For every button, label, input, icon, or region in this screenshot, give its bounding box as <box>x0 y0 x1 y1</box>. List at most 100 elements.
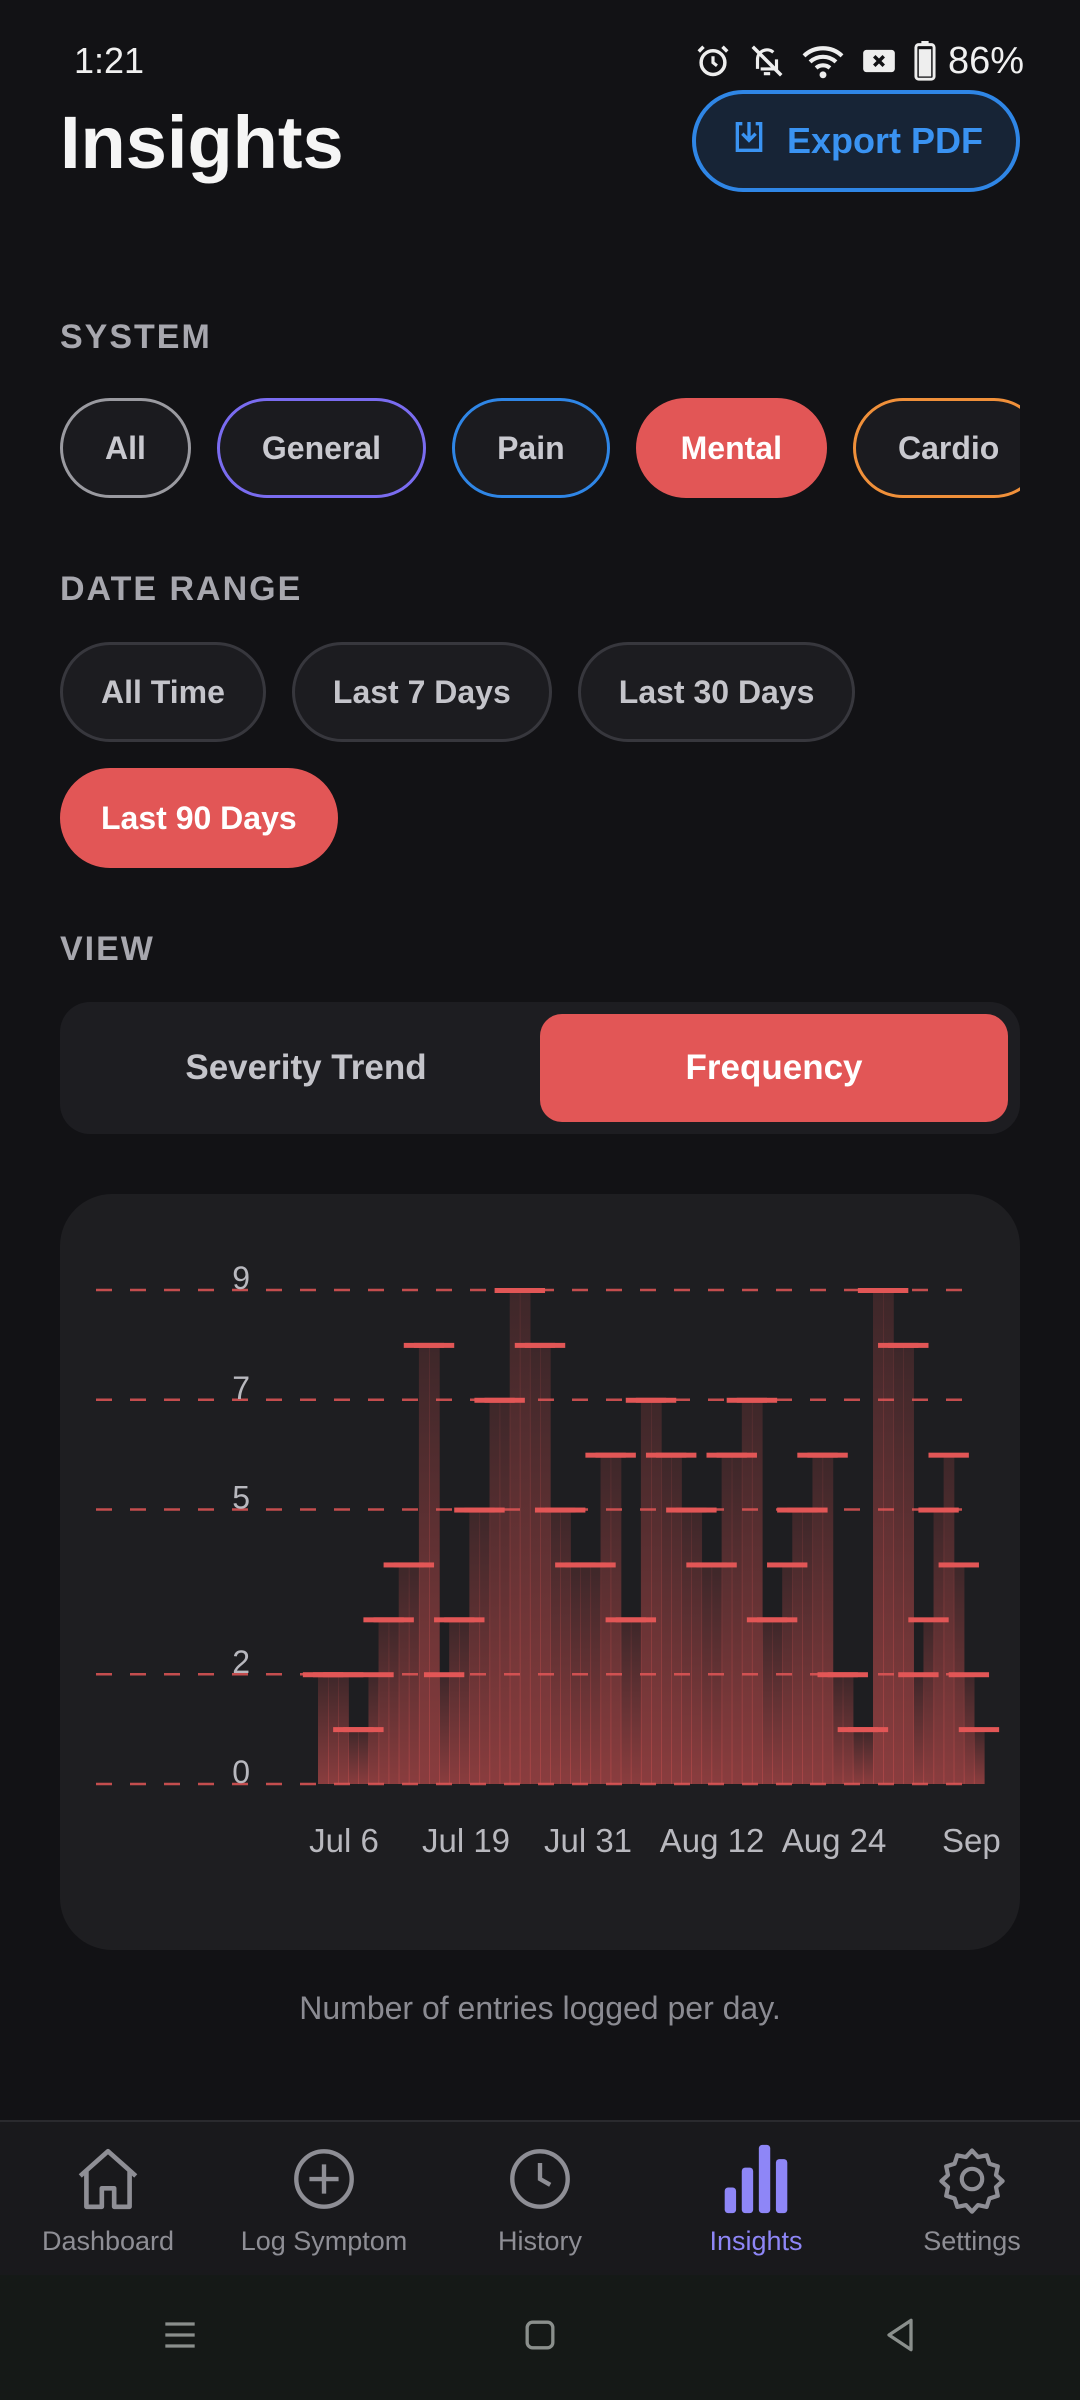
frequency-bar <box>630 1619 642 1784</box>
system-chip-all[interactable]: All <box>60 398 191 498</box>
frequency-bar-cap <box>807 1452 848 1458</box>
frequency-bar <box>873 1290 884 1784</box>
frequency-bar <box>529 1344 541 1784</box>
frequency-bar <box>913 1674 925 1784</box>
frequency-bar <box>358 1729 370 1784</box>
nav-item-history[interactable]: History <box>432 2122 648 2277</box>
download-icon <box>729 117 769 166</box>
x-tick-label: Aug 12 <box>660 1822 765 1859</box>
frequency-bar <box>429 1344 440 1784</box>
date-range-section-label: DATE RANGE <box>60 570 303 608</box>
nav-item-settings[interactable]: Settings <box>864 2122 1080 2277</box>
y-tick-label: 0 <box>232 1754 250 1790</box>
system-chip-row: All General Pain Mental Cardio <box>60 398 1020 498</box>
alarm-icon <box>694 42 732 80</box>
frequency-bar <box>318 1674 329 1784</box>
frequency-bar <box>933 1509 945 1784</box>
frequency-bar <box>893 1344 904 1784</box>
frequency-bar <box>509 1290 521 1784</box>
frequency-bar <box>721 1454 733 1784</box>
frequency-bar <box>782 1564 793 1784</box>
frequency-bar-cap <box>928 1452 969 1458</box>
frequency-bar-cap <box>595 1452 636 1458</box>
date-range-chip-all-time[interactable]: All Time <box>60 642 266 742</box>
frequency-bar-cap <box>938 1562 979 1568</box>
frequency-bar-cap <box>413 1342 455 1348</box>
date-range-row: Last 90 Days <box>60 768 338 868</box>
frequency-bar <box>348 1729 359 1784</box>
nav-item-label: Log Symptom <box>240 2226 408 2256</box>
y-tick-label: 7 <box>232 1370 250 1406</box>
x-tick-label: Jul 19 <box>422 1822 510 1859</box>
frequency-bar <box>590 1564 602 1784</box>
frequency-bar-cap <box>867 1288 909 1293</box>
frequency-bar <box>499 1399 511 1784</box>
bar-chart-icon <box>721 2142 791 2216</box>
frequency-bar-cap <box>948 1672 990 1678</box>
frequency-bar-cap <box>888 1342 929 1348</box>
frequency-bar <box>439 1674 450 1784</box>
frequency-bar <box>661 1454 672 1784</box>
mute-icon <box>748 42 786 80</box>
frequency-bar <box>762 1619 773 1784</box>
frequency-bar <box>580 1564 592 1784</box>
frequency-bar-cap <box>736 1397 778 1403</box>
frequency-bar <box>540 1344 551 1784</box>
date-range-chip-last-30-days[interactable]: Last 30 Days <box>577 642 856 742</box>
x-tick-label: Jul 31 <box>544 1822 632 1859</box>
frequency-bar <box>852 1729 864 1784</box>
frequency-bar <box>741 1399 753 1784</box>
nav-item-label: Dashboard <box>41 2226 175 2256</box>
frequency-bar-cap <box>656 1452 697 1458</box>
frequency-bar <box>802 1509 814 1784</box>
system-section-label: SYSTEM <box>60 318 212 356</box>
export-pdf-label: Export PDF <box>786 120 983 161</box>
frequency-bar <box>751 1399 763 1784</box>
frequency-bar-cap <box>676 1507 717 1513</box>
x-tick-label: Jul 6 <box>309 1822 379 1859</box>
frequency-bar <box>923 1619 935 1784</box>
frequency-bar <box>792 1509 803 1784</box>
nav-item-insights[interactable]: Insights <box>648 2122 864 2277</box>
date-range-row: All Time Last 7 Days Last 30 Days <box>60 642 856 742</box>
view-option-frequency[interactable]: Frequency <box>540 1014 1008 1122</box>
frequency-bar <box>388 1619 400 1784</box>
x-tick-label: Sep <box>942 1822 1001 1859</box>
frequency-chart-card: 0 2 5 7 9 Jul 6 Jul 19 Jul 31 Aug 12 Aug 24 Sep <box>60 1194 1020 1950</box>
system-chip-cardio[interactable]: Cardio <box>852 398 1020 498</box>
status-icons: 86% <box>694 36 1024 86</box>
clock-icon <box>505 2142 575 2216</box>
system-chip-mental[interactable]: Mental <box>635 398 827 498</box>
frequency-bar-cap <box>827 1672 868 1678</box>
frequency-bar <box>408 1564 420 1784</box>
frequency-bar <box>701 1564 713 1784</box>
back-icon[interactable] <box>878 2313 922 2362</box>
frequency-bar-cap <box>545 1507 586 1513</box>
system-chip-pain[interactable]: Pain <box>452 398 610 498</box>
frequency-bar <box>469 1509 481 1784</box>
date-range-chip-last-90-days[interactable]: Last 90 Days <box>60 768 338 868</box>
status-time: 1:21 <box>74 40 145 81</box>
system-chip-scroller[interactable]: All General Pain Mental Cardio <box>60 398 1020 502</box>
date-range-chip-last-7-days[interactable]: Last 7 Days <box>291 642 552 742</box>
frequency-chart: 0 2 5 7 9 Jul 6 Jul 19 Jul 31 Aug 12 Aug 24 Sep <box>96 1260 1001 1859</box>
system-chip-general[interactable]: General <box>216 398 427 498</box>
menu-icon[interactable] <box>158 2313 202 2362</box>
x-tick-label: Aug 24 <box>782 1822 887 1859</box>
frequency-bar <box>812 1454 824 1784</box>
frequency-bar <box>570 1564 581 1784</box>
nav-item-dashboard[interactable]: Dashboard <box>0 2122 216 2277</box>
nav-item-log-symptom[interactable]: Log Symptom <box>216 2122 432 2277</box>
frequency-bar <box>973 1729 985 1784</box>
frequency-bar <box>943 1454 955 1784</box>
frequency-bar <box>731 1454 743 1784</box>
page-title: Insights <box>60 101 344 184</box>
frequency-bar <box>671 1454 682 1784</box>
frequency-bar <box>883 1290 894 1784</box>
frequency-bar <box>691 1509 703 1784</box>
frequency-bar <box>519 1290 531 1784</box>
view-option-severity-trend[interactable]: Severity Trend <box>72 1014 540 1122</box>
home-button-icon[interactable] <box>518 2313 562 2362</box>
export-pdf-button[interactable]: Export PDF <box>692 90 1020 192</box>
frequency-bar <box>550 1509 561 1784</box>
